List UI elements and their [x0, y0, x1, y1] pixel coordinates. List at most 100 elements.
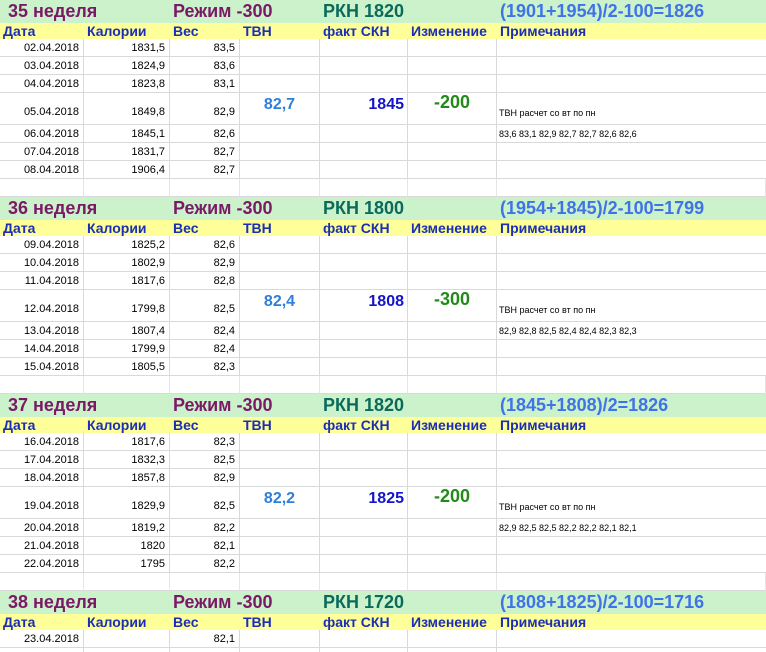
skn-cell[interactable] [320, 322, 408, 340]
weight-cell[interactable]: 82,1 [170, 630, 240, 648]
tvn-cell[interactable] [240, 469, 320, 487]
weight-cell[interactable] [170, 648, 240, 652]
skn-cell[interactable] [320, 254, 408, 272]
weight-cell[interactable]: 82,4 [170, 340, 240, 358]
skn-cell[interactable] [320, 537, 408, 555]
tvn-cell[interactable]: 82,7 [240, 93, 320, 125]
change-cell[interactable]: -200 [408, 487, 497, 519]
formula-label[interactable]: (1954+1845)/2-100=1799 [500, 197, 766, 220]
notes-cell[interactable] [497, 630, 766, 648]
empty-cell[interactable] [0, 179, 84, 197]
empty-cell[interactable] [240, 376, 320, 394]
change-cell[interactable] [408, 630, 497, 648]
tvn-cell[interactable] [240, 143, 320, 161]
weight-cell[interactable]: 82,9 [170, 93, 240, 125]
tvn-cell[interactable] [240, 537, 320, 555]
notes-cell[interactable]: 83,6 83,1 82,9 82,7 82,7 82,6 82,6 [497, 125, 766, 143]
skn-cell[interactable] [320, 555, 408, 573]
date-cell[interactable]: 04.04.2018 [0, 75, 84, 93]
calories-cell[interactable]: 1849,8 [84, 93, 170, 125]
weight-header[interactable]: Вес [170, 417, 240, 433]
calories-cell[interactable]: 1817,6 [84, 433, 170, 451]
mode-label[interactable]: Режим -300 [173, 0, 320, 23]
notes-cell[interactable] [497, 451, 766, 469]
change-cell[interactable] [408, 57, 497, 75]
calories-cell[interactable]: 1820 [84, 537, 170, 555]
calories-header[interactable]: Калории [84, 614, 170, 630]
mode-label[interactable]: Режим -300 [173, 591, 320, 614]
empty-cell[interactable] [240, 573, 320, 591]
notes-cell[interactable]: 82,9 82,5 82,5 82,2 82,2 82,1 82,1 [497, 519, 766, 537]
empty-cell[interactable] [0, 573, 84, 591]
skn-header[interactable]: факт СКН [320, 417, 408, 433]
weight-cell[interactable]: 82,5 [170, 290, 240, 322]
weight-cell[interactable]: 82,1 [170, 537, 240, 555]
empty-cell[interactable] [84, 573, 170, 591]
change-cell[interactable]: -300 [408, 290, 497, 322]
weight-cell[interactable]: 82,9 [170, 254, 240, 272]
notes-header[interactable]: Примечания [497, 220, 766, 236]
skn-cell[interactable]: 1808 [320, 290, 408, 322]
tvn-header[interactable]: ТВН [240, 23, 320, 39]
calories-cell[interactable] [84, 648, 170, 652]
tvn-cell[interactable] [240, 57, 320, 75]
tvn-cell[interactable] [240, 630, 320, 648]
calories-cell[interactable]: 1831,5 [84, 39, 170, 57]
tvn-header[interactable]: ТВН [240, 220, 320, 236]
tvn-cell[interactable] [240, 39, 320, 57]
skn-cell[interactable] [320, 433, 408, 451]
tvn-cell[interactable] [240, 451, 320, 469]
date-cell[interactable]: 24.04.2018 [0, 648, 84, 652]
tvn-cell[interactable] [240, 358, 320, 376]
change-cell[interactable] [408, 469, 497, 487]
date-cell[interactable]: 09.04.2018 [0, 236, 84, 254]
empty-cell[interactable] [320, 179, 408, 197]
skn-header[interactable]: факт СКН [320, 23, 408, 39]
tvn-cell[interactable] [240, 75, 320, 93]
calories-cell[interactable] [84, 630, 170, 648]
calories-cell[interactable]: 1825,2 [84, 236, 170, 254]
empty-cell[interactable] [170, 573, 240, 591]
notes-cell[interactable] [497, 648, 766, 652]
skn-cell[interactable] [320, 519, 408, 537]
skn-cell[interactable]: 1825 [320, 487, 408, 519]
change-cell[interactable] [408, 143, 497, 161]
change-cell[interactable] [408, 519, 497, 537]
change-cell[interactable] [408, 272, 497, 290]
weight-cell[interactable]: 82,5 [170, 487, 240, 519]
rkn-label[interactable]: РКН 1800 [323, 197, 497, 220]
date-cell[interactable]: 23.04.2018 [0, 630, 84, 648]
skn-cell[interactable] [320, 39, 408, 57]
change-header[interactable]: Изменение [408, 220, 497, 236]
calories-cell[interactable]: 1823,8 [84, 75, 170, 93]
empty-cell[interactable] [497, 179, 766, 197]
calories-cell[interactable]: 1824,9 [84, 57, 170, 75]
change-cell[interactable] [408, 39, 497, 57]
date-cell[interactable]: 21.04.2018 [0, 537, 84, 555]
tvn-cell[interactable] [240, 555, 320, 573]
week-title[interactable]: 35 неделя [0, 0, 170, 23]
notes-cell[interactable] [497, 340, 766, 358]
date-cell[interactable]: 22.04.2018 [0, 555, 84, 573]
calories-cell[interactable]: 1802,9 [84, 254, 170, 272]
skn-cell[interactable] [320, 630, 408, 648]
notes-cell[interactable]: 82,9 82,8 82,5 82,4 82,4 82,3 82,3 [497, 322, 766, 340]
notes-cell[interactable] [497, 433, 766, 451]
skn-cell[interactable] [320, 57, 408, 75]
formula-label[interactable]: (1901+1954)/2-100=1826 [500, 0, 766, 23]
tvn-cell[interactable] [240, 254, 320, 272]
empty-cell[interactable] [0, 376, 84, 394]
calories-cell[interactable]: 1799,9 [84, 340, 170, 358]
weight-cell[interactable]: 82,2 [170, 555, 240, 573]
empty-cell[interactable] [408, 179, 497, 197]
weight-cell[interactable]: 82,8 [170, 272, 240, 290]
change-cell[interactable] [408, 358, 497, 376]
skn-cell[interactable] [320, 161, 408, 179]
tvn-header[interactable]: ТВН [240, 614, 320, 630]
empty-cell[interactable] [408, 376, 497, 394]
change-cell[interactable] [408, 236, 497, 254]
calories-cell[interactable]: 1807,4 [84, 322, 170, 340]
weight-cell[interactable]: 83,1 [170, 75, 240, 93]
date-cell[interactable]: 19.04.2018 [0, 487, 84, 519]
rkn-label[interactable]: РКН 1820 [323, 394, 497, 417]
